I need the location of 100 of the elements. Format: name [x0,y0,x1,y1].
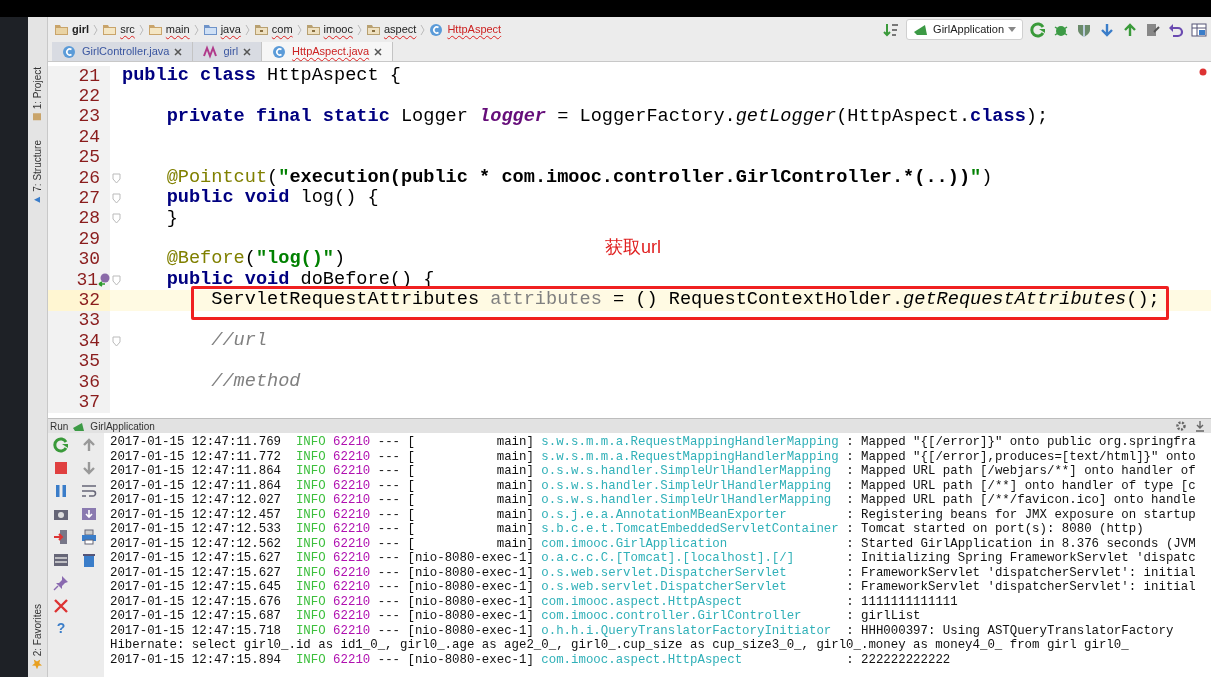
structure-icon [32,194,43,205]
log-line: 2017-01-15 12:47:12.457 INFO 62210 --- [ main] o.s.j.e.a.AnnotationMBeanExporter : Registering beans for JMX exposure on startup [110,507,1197,522]
editor-tab[interactable]: HttpAspect.java [262,42,394,61]
tool-window-button[interactable]: 2: Favorites [28,599,47,673]
caret-icon [1008,26,1016,33]
close-icon[interactable] [174,47,183,56]
breadcrumb-item[interactable]: com [271,21,293,38]
maven-icon [203,44,219,59]
log-line: 2017-01-15 12:47:11.769 INFO 62210 --- [ main] s.w.s.m.m.a.RequestMappingHandlerMapping : Mapped "{[/error]}" onto public org.springfra [110,435,1197,450]
app-icon [913,22,930,37]
fold-marker-icon[interactable] [111,335,121,347]
folder-icon [202,22,218,37]
folder-icon [102,22,118,37]
class-icon [62,44,77,59]
code-line: public void log() { [165,189,379,208]
breadcrumb-item[interactable]: HttpAspect [447,21,502,38]
chevron-icon [420,23,426,36]
panel-title: Run [50,419,69,434]
arrow-up-icon[interactable] [1122,21,1138,38]
line-number: 32 [77,289,100,312]
hide-icon[interactable] [1195,420,1205,432]
code-line: ServletRequestAttributes attributes = () RequestContextHolder.getRequestAttributes(); [210,291,1160,310]
log-line: 2017-01-15 12:47:12.027 INFO 62210 --- [ main] o.s.w.s.handler.SimpleUrlHandlerMapping : Mapped URL path [/**/favicon.ico] onto handle [110,493,1197,508]
chevron-icon [93,23,99,36]
star-icon [32,659,43,669]
help-button[interactable]: ? [56,621,66,635]
code-line: //url [210,331,268,351]
breadcrumb-item[interactable]: main [165,21,190,38]
log-line: 2017-01-15 12:47:15.676 INFO 62210 --- [nio-8080-exec-1] com.imooc.aspect.HttpAspect : 1111111111111 [110,594,959,609]
sort-icon[interactable] [883,21,900,38]
log-line: Hibernate: select girl0_.id as id1_0_, girl0_.age as age2_0_, girl0_.cup_size as cup_size3_0_, girl0_.money as money4_0_ from girl girl0_ [110,638,1130,653]
log-line: 2017-01-15 12:47:15.718 INFO 62210 --- [nio-8080-exec-1] o.h.h.i.QueryTranslatorFactoryInitiator : HHH000397: Using ASTQueryTranslatorFactory [110,623,1175,638]
soft-wrap-icon[interactable] [81,483,97,499]
log-line: 2017-01-15 12:47:11.864 INFO 62210 --- [ main] o.s.w.s.handler.SimpleUrlHandlerMapping : Mapped URL path [/**] onto handler of type [c [110,478,1197,493]
editor-tab[interactable]: GirlController.java [52,42,194,61]
code-line: public class HttpAspect { [122,66,401,86]
pause-icon[interactable] [53,483,69,499]
arrow-up-icon[interactable] [81,437,97,453]
rerun-icon[interactable] [1030,21,1046,38]
grid-icon[interactable] [1191,21,1207,38]
chevron-icon [356,23,362,36]
tool-window-button[interactable]: 1: Project [28,63,47,127]
log-line: 2017-01-15 12:47:11.772 INFO 62210 --- [ main] s.w.s.m.m.a.RequestMappingHandlerMapping : Mapped "{[/error],produces=[text/html]}" onto [110,449,1197,464]
code-line: @Before("log()") [165,250,346,269]
folder-icon [54,22,69,37]
close-icon[interactable] [53,598,69,614]
class-icon [429,22,445,37]
fold-marker-icon[interactable] [111,193,121,205]
settings-icon[interactable] [1175,420,1187,432]
log-line: 2017-01-15 12:47:15.645 INFO 62210 --- [nio-8080-exec-1] o.s.web.servlet.DispatcherServlet : FrameworkServlet 'dispatcherServlet': initial [110,580,1197,595]
close-icon[interactable] [243,47,252,56]
stop-icon[interactable] [53,460,69,476]
log-line: 2017-01-15 12:47:11.864 INFO 62210 --- [ main] o.s.w.s.handler.SimpleUrlHandlerMapping : Mapped URL path [/webjars/**] onto handler of [110,464,1197,479]
code-line: private final static Logger logger = LoggerFactory.getLogger(HttpAspect.class); [165,107,1049,127]
trash-icon[interactable] [81,552,97,568]
print-icon[interactable] [81,529,97,545]
scroll-end-icon[interactable] [81,506,97,522]
breadcrumb-item[interactable]: java [220,21,241,38]
line-number: 21 [77,64,100,88]
fold-marker-icon[interactable] [111,172,121,184]
package-icon [365,22,381,37]
arrow-down-icon[interactable] [1099,21,1115,38]
run-config-dropdown[interactable]: GirlApplication [906,19,1023,40]
chevron-icon [244,23,250,36]
annotation-note: 获取url [605,236,661,259]
document-icon[interactable] [1145,21,1161,38]
package-icon [253,22,269,37]
breadcrumb-item[interactable]: src [120,21,135,38]
folder-icon [32,112,43,123]
close-icon[interactable] [374,47,383,56]
run-config-label: GirlApplication [90,419,155,434]
tool-window-button[interactable]: 7: Structure [28,136,47,209]
arrow-down-icon[interactable] [81,460,97,476]
folder-icon [147,22,163,37]
fold-marker-icon[interactable] [111,213,121,225]
code-line: //method [210,372,301,392]
package-icon [305,22,321,37]
log-line: 2017-01-15 12:47:12.533 INFO 62210 --- [ main] s.b.c.e.t.TomcatEmbeddedServletContainer : Tomcat started on port(s): 8080 (http) [110,522,1145,537]
log-line: 2017-01-15 12:47:12.562 INFO 62210 --- [ main] com.imooc.GirlApplication : Started GirlApplication in 8.376 seconds (JVM [110,536,1197,551]
breadcrumb-item[interactable]: aspect [383,21,417,38]
breadcrumb-item[interactable]: girl [72,21,90,38]
chevron-icon [193,23,199,36]
code-line: } [165,209,178,229]
error-marker-icon[interactable] [1199,68,1207,76]
class-icon [272,44,288,59]
chevron-icon [296,23,302,36]
override-icon[interactable] [98,273,110,288]
log-line: 2017-01-15 12:47:15.687 INFO 62210 --- [nio-8080-exec-1] com.imooc.controller.GirlController : girlList [110,609,922,624]
log-line: 2017-01-15 12:47:15.627 INFO 62210 --- [nio-8080-exec-1] o.s.web.servlet.DispatcherServlet : FrameworkServlet 'dispatcherServlet': initial [110,565,1197,580]
rerun-icon[interactable] [53,437,69,453]
pin-icon[interactable] [53,575,69,591]
chevron-icon [138,23,144,36]
log-line: 2017-01-15 12:47:15.627 INFO 62210 --- [nio-8080-exec-1] o.a.c.c.C.[Tomcat].[localhost].[/] : Initializing Spring FrameworkServlet 'dispatc [110,551,1197,566]
exit-icon[interactable] [53,529,69,545]
log-line: 2017-01-15 12:47:15.894 INFO 62210 --- [nio-8080-exec-1] com.imooc.aspect.HttpAspect : 222222222222 [110,652,952,667]
layout-icon[interactable] [53,552,69,568]
editor-tab[interactable]: girl [193,42,263,61]
fold-marker-icon[interactable] [111,274,121,286]
code-line: @Pointcut("execution(public * com.imooc.controller.GirlController.*(..))") [165,168,993,188]
breadcrumb-item[interactable]: imooc [323,21,353,38]
